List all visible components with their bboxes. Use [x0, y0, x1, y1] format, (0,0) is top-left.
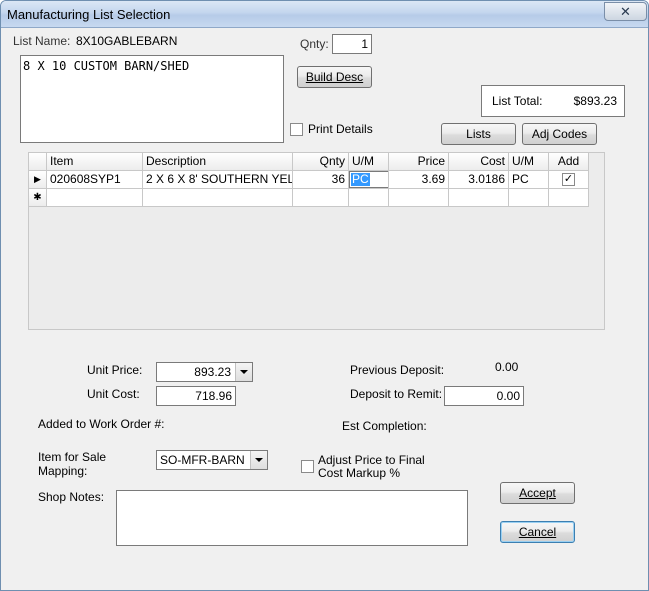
grid-header-um[interactable]: U/M	[349, 153, 389, 171]
list-total-label: List Total:	[492, 94, 543, 108]
deposit-to-remit-label: Deposit to Remit:	[350, 387, 443, 401]
unit-cost-input[interactable]: 718.96	[156, 386, 236, 406]
list-total-box: List Total: $893.23	[481, 85, 625, 117]
title-bar: Manufacturing List Selection ✕	[1, 1, 648, 28]
build-desc-button[interactable]: Build Desc	[297, 66, 372, 88]
lists-label: Lists	[466, 127, 491, 141]
table-row-description[interactable]: 2 X 6 X 8' SOUTHERN YEL	[143, 171, 293, 189]
est-completion-label: Est Completion:	[342, 419, 427, 433]
lists-button[interactable]: Lists	[441, 123, 516, 145]
adjust-price-label: Adjust Price to Final	[318, 453, 425, 467]
table-row-qnty[interactable]: 36	[293, 171, 349, 189]
close-icon: ✕	[620, 4, 631, 19]
grid-corner	[29, 153, 47, 171]
print-details-label: Print Details	[308, 122, 373, 136]
new-row-qnty[interactable]	[293, 189, 349, 207]
cancel-label: Cancel	[518, 525, 557, 539]
chevron-down-icon[interactable]	[250, 451, 267, 469]
unit-price-label: Unit Price:	[87, 363, 143, 377]
grid-header-add[interactable]: Add	[549, 153, 589, 171]
item-for-sale-label: Item for Sale	[38, 450, 107, 464]
adjust-price-label-line2: Cost Markup %	[318, 466, 401, 480]
item-for-sale-mapping-select[interactable]: SO-MFR-BARN	[156, 450, 268, 470]
build-desc-label: Build Desc	[305, 70, 364, 84]
cancel-button[interactable]: Cancel	[500, 521, 575, 543]
table-row-price[interactable]: 3.69	[389, 171, 449, 189]
unit-price-value: 893.23	[194, 365, 231, 379]
qnty-input[interactable]: 1	[332, 34, 372, 54]
list-total-value: $893.23	[573, 94, 617, 108]
new-row-cost[interactable]	[449, 189, 509, 207]
add-checkbox[interactable]: ✓	[562, 173, 575, 186]
table-row-um-combo[interactable]: PC	[349, 171, 389, 189]
list-name-value: 8X10GABLEBARN	[76, 34, 178, 48]
item-for-sale-label-line2: Mapping:	[38, 464, 88, 478]
accept-label: Accept	[519, 486, 556, 500]
new-row-description[interactable]	[143, 189, 293, 207]
added-to-work-order-label: Added to Work Order #:	[38, 417, 165, 431]
new-row-um2[interactable]	[509, 189, 549, 207]
adj-codes-label: Adj Codes	[531, 127, 588, 141]
table-row-cost[interactable]: 3.0186	[449, 171, 509, 189]
grid-header-um2[interactable]: U/M	[509, 153, 549, 171]
previous-deposit-label: Previous Deposit:	[350, 363, 445, 377]
new-row-icon[interactable]: ✱	[29, 189, 47, 207]
grid-header-item[interactable]: Item	[47, 153, 143, 171]
items-grid[interactable]: Item Description Qnty U/M Price Cost U/M…	[28, 152, 605, 330]
table-row-add[interactable]: ✓	[549, 171, 589, 189]
chevron-down-icon[interactable]	[235, 363, 252, 381]
current-row-indicator-icon[interactable]: ▶	[29, 171, 47, 189]
new-row-add[interactable]	[549, 189, 589, 207]
um-dropdown[interactable]: PC	[349, 171, 388, 188]
grid-header-price[interactable]: Price	[389, 153, 449, 171]
grid-header-cost[interactable]: Cost	[449, 153, 509, 171]
new-row-item[interactable]	[47, 189, 143, 207]
shop-notes-label: Shop Notes:	[38, 490, 105, 504]
window-title: Manufacturing List Selection	[7, 7, 171, 22]
list-description-textarea[interactable]: 8 X 10 CUSTOM BARN/SHED	[20, 55, 284, 143]
qnty-label: Qnty:	[300, 37, 329, 51]
adjust-price-checkbox[interactable]	[301, 460, 314, 473]
list-name-label: List Name:	[13, 34, 71, 48]
shop-notes-textarea[interactable]	[116, 490, 468, 546]
print-details-checkbox[interactable]	[290, 123, 303, 136]
unit-price-combo[interactable]: 893.23	[156, 362, 253, 382]
close-button[interactable]: ✕	[604, 2, 647, 21]
previous-deposit-value: 0.00	[495, 360, 519, 374]
new-row-price[interactable]	[389, 189, 449, 207]
table-row-item[interactable]: 020608SYP1	[47, 171, 143, 189]
item-for-sale-value: SO-MFR-BARN	[160, 453, 245, 467]
grid-header-qnty[interactable]: Qnty	[293, 153, 349, 171]
table-row-um2[interactable]: PC	[509, 171, 549, 189]
dialog-window: Manufacturing List Selection ✕ List Name…	[0, 0, 649, 591]
unit-cost-label: Unit Cost:	[87, 387, 140, 401]
adj-codes-button[interactable]: Adj Codes	[522, 123, 597, 145]
grid-header-description[interactable]: Description	[143, 153, 293, 171]
deposit-to-remit-input[interactable]: 0.00	[444, 386, 524, 406]
accept-button[interactable]: Accept	[500, 482, 575, 504]
new-row-um[interactable]	[349, 189, 389, 207]
um-selected-value: PC	[351, 172, 370, 186]
